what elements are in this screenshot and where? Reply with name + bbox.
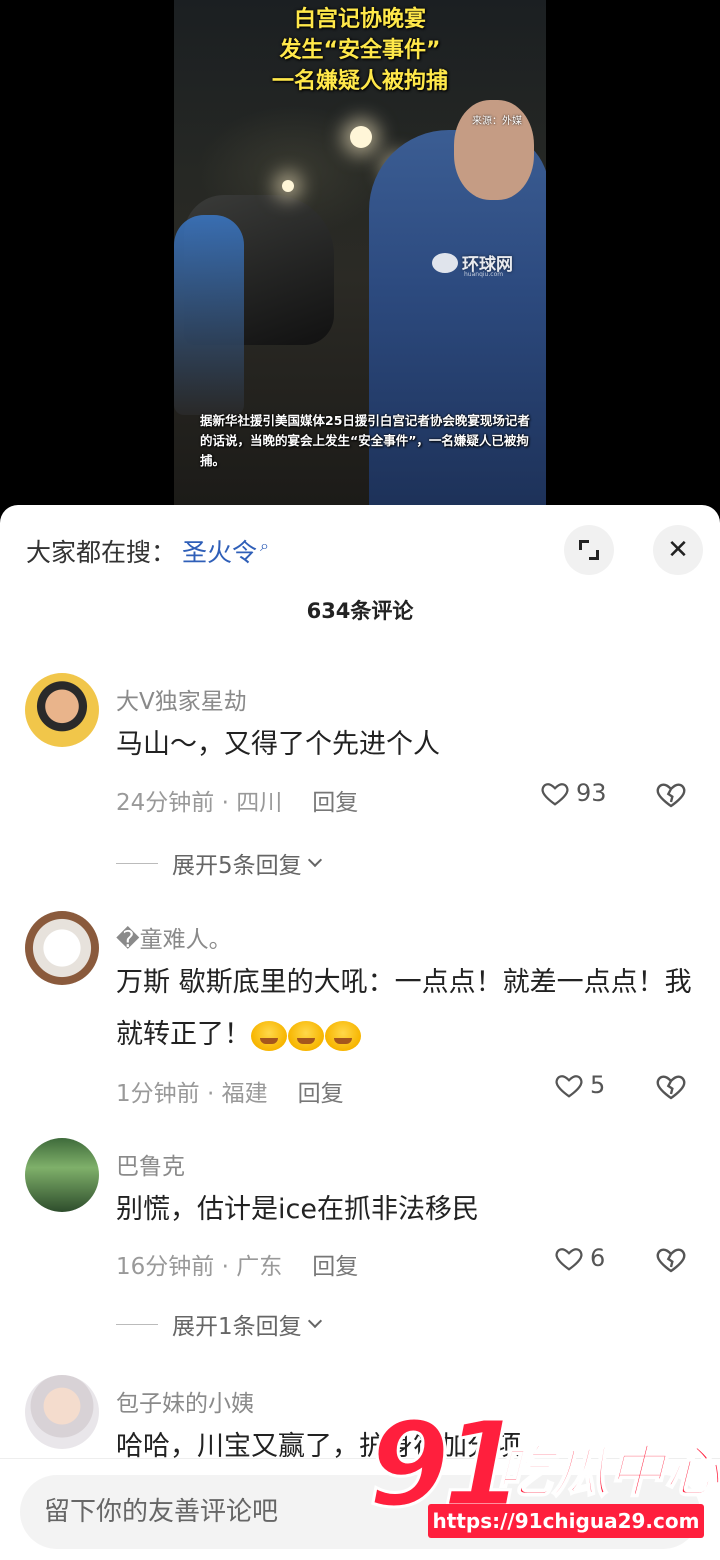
street-lamp (282, 180, 294, 192)
logo-subtext: huanqiu.com (464, 271, 504, 278)
headline-line: 发生“安全事件” (279, 38, 441, 63)
search-icon[interactable]: ⌕ (260, 536, 269, 556)
comment-meta: 16分钟前 · 广东 回复 (116, 1247, 358, 1281)
avatar[interactable] (25, 1375, 99, 1449)
comment-text[interactable]: 万斯 歇斯底里的大吼：一点点！就差一点点！我就转正了！ (116, 957, 696, 1061)
heart-icon (555, 1075, 583, 1098)
close-icon: ✕ (667, 535, 689, 565)
comment-sheet: 大家都在搜： 圣火令 ⌕ ✕ 634条评论 大V独家星劫 马山～，又得了个先进个… (0, 505, 720, 1560)
comment-meta: 1分钟前 · 福建 回复 (116, 1074, 344, 1108)
avatar[interactable] (25, 673, 99, 747)
comment-item: 巴鲁克 别慌，估计是ice在抓非法移民 16分钟前 · 广东 回复 6 展开1条回… (0, 1135, 720, 1355)
heart-icon (555, 1248, 583, 1271)
video-frame[interactable]: 白宫记协晚宴 发生“安全事件” 一名嫌疑人被拘捕 来源：外媒 环球网 huanq… (174, 0, 546, 505)
video-headline: 白宫记协晚宴 发生“安全事件” 一名嫌疑人被拘捕 (174, 4, 546, 97)
reply-button[interactable]: 回复 (312, 1254, 358, 1280)
divider-line (116, 862, 158, 864)
comment-text[interactable]: 马山～，又得了个先进个人 (116, 719, 696, 771)
comment-username[interactable]: �童难人。 (116, 920, 232, 954)
broken-heart-icon[interactable] (655, 1070, 687, 1102)
comment-item: 大V独家星劫 马山～，又得了个先进个人 24分钟前 · 四川 回复 93 展开5条… (0, 670, 720, 890)
like-button[interactable]: 6 (554, 1243, 605, 1273)
chevron-down-icon (307, 1313, 322, 1329)
like-button[interactable]: 93 (540, 778, 607, 808)
headline-line: 白宫记协晚宴 (293, 7, 426, 32)
video-caption: 据新华社援引美国媒体25日援引白宫记者协会晚宴现场记者的话说，当晚的宴会上发生“… (200, 413, 530, 468)
comment-input-bar (0, 1458, 720, 1560)
like-count: 5 (590, 1071, 606, 1099)
street-lamp (350, 126, 372, 148)
comment-time-location: 16分钟前 · 广东 (116, 1254, 283, 1280)
comment-meta: 24分钟前 · 四川 回复 (116, 783, 358, 817)
heart-icon (541, 783, 569, 806)
background-figure (174, 215, 244, 415)
like-count: 6 (590, 1244, 606, 1272)
comment-username[interactable]: 大V独家星劫 (116, 682, 247, 716)
globe-icon (432, 252, 458, 273)
crying-laughing-emoji-icon (325, 1020, 361, 1051)
trending-label: 大家都在搜： (26, 538, 177, 567)
divider-line (116, 1323, 158, 1325)
comment-username[interactable]: 包子妹的小姨 (116, 1384, 254, 1418)
comment-text[interactable]: 别慌，估计是ice在抓非法移民 (116, 1184, 696, 1236)
trending-term-link[interactable]: 圣火令 (182, 533, 257, 569)
crying-laughing-emoji-icon (288, 1020, 324, 1051)
comment-username[interactable]: 巴鲁克 (116, 1147, 185, 1181)
comment-input[interactable] (20, 1475, 700, 1549)
headline-line: 一名嫌疑人被拘捕 (271, 69, 448, 94)
reply-button[interactable]: 回复 (312, 790, 358, 816)
reply-button[interactable]: 回复 (298, 1081, 344, 1107)
avatar[interactable] (25, 911, 99, 985)
comment-time-location: 1分钟前 · 福建 (116, 1081, 268, 1107)
avatar[interactable] (25, 1138, 99, 1212)
expand-icon (579, 540, 599, 560)
like-button[interactable]: 5 (554, 1070, 605, 1100)
comment-item: �童难人。 万斯 歇斯底里的大吼：一点点！就差一点点！我就转正了！ 1分钟前 ·… (0, 908, 720, 1128)
expand-replies-button[interactable]: 展开1条回复 (116, 1307, 322, 1341)
crying-laughing-emoji-icon (251, 1020, 287, 1051)
comment-time-location: 24分钟前 · 四川 (116, 790, 283, 816)
comment-text-content: 万斯 歇斯底里的大吼：一点点！就差一点点！我就转正了！ (116, 967, 692, 1050)
like-count: 93 (576, 779, 607, 807)
video-source: 来源：外媒 (472, 116, 522, 127)
expand-replies-label: 展开5条回复 (172, 853, 302, 879)
comment-count: 634条评论 (306, 599, 414, 623)
broken-heart-icon[interactable] (655, 778, 687, 810)
expand-replies-label: 展开1条回复 (172, 1314, 302, 1340)
expand-replies-button[interactable]: 展开5条回复 (116, 846, 322, 880)
close-button[interactable]: ✕ (653, 525, 703, 575)
broken-heart-icon[interactable] (655, 1243, 687, 1275)
expand-sheet-button[interactable] (564, 525, 614, 575)
chevron-down-icon (307, 852, 322, 868)
video-player[interactable]: 白宫记协晚宴 发生“安全事件” 一名嫌疑人被拘捕 来源：外媒 环球网 huanq… (0, 0, 720, 510)
trending-search[interactable]: 大家都在搜： 圣火令 ⌕ (26, 531, 269, 571)
